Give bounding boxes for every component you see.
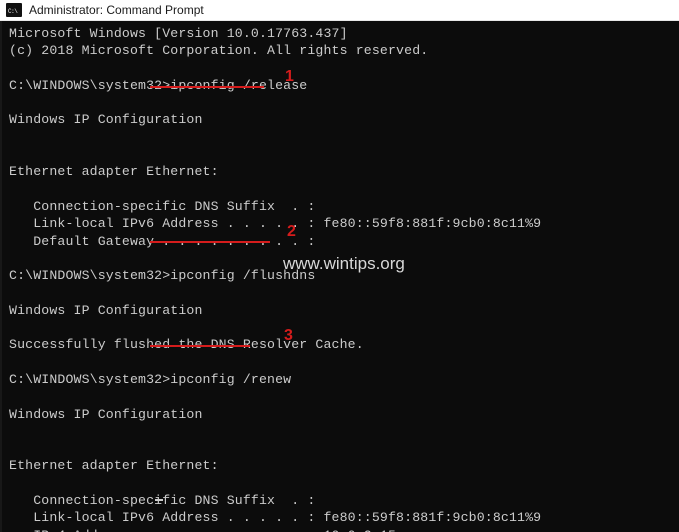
console-output-area[interactable]: Microsoft Windows [Version 10.0.17763.43…: [0, 21, 679, 532]
annotation-number-3: 3: [284, 327, 293, 344]
annotation-number-2: 2: [287, 223, 296, 240]
console-text: Microsoft Windows [Version 10.0.17763.43…: [9, 26, 542, 532]
text-cursor: [155, 499, 163, 501]
window-title: Administrator: Command Prompt: [29, 2, 204, 17]
annotation-number-1: 1: [285, 68, 294, 85]
watermark-text: www.wintips.org: [283, 254, 405, 273]
console-icon: C:\: [6, 3, 22, 17]
annotation-underline-1: [150, 86, 264, 88]
window-titlebar[interactable]: C:\ Administrator: Command Prompt: [0, 0, 679, 21]
command-prompt-window: C:\ Administrator: Command Prompt Micros…: [0, 0, 679, 532]
annotation-underline-2: [150, 241, 270, 243]
console-icon-screen: C:\: [7, 7, 21, 16]
annotation-underline-3: [150, 345, 250, 347]
